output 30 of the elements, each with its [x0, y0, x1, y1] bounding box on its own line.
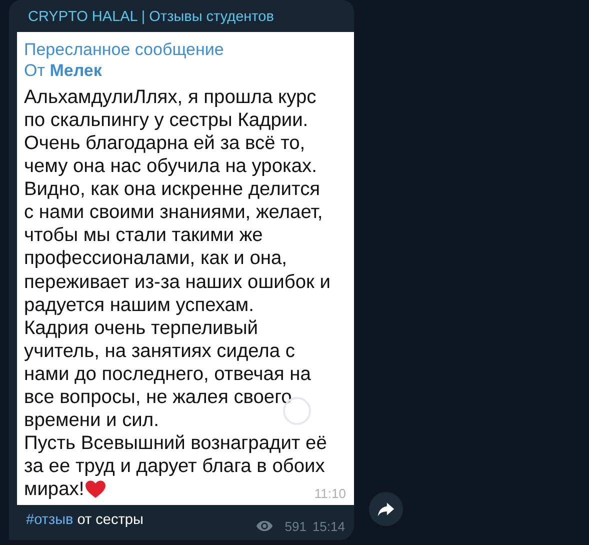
message-line: мирах! [24, 478, 84, 502]
message-line: профессионалами, как и она, [24, 247, 288, 270]
forwarded-label: Пересланное сообщение [24, 39, 225, 60]
message-line: переживает из-за наших ошибок и [24, 270, 330, 294]
message-time: 11:10 [314, 486, 346, 502]
eye-icon [256, 520, 273, 532]
message-line: АльхамдулиЛлях, я прошла курс [24, 86, 316, 110]
message-line: времени и сил. [24, 408, 159, 432]
heart-icon [85, 480, 106, 500]
message-line: чтобы мы стали такими же [24, 224, 263, 248]
message-line: Пусть Всевышний вознаградит её [24, 432, 327, 455]
message-line: за ее труд и дарует блага в обоих [24, 455, 325, 478]
forward-button[interactable] [369, 492, 403, 526]
message-line: с нами своими знаниями, желает, [24, 201, 323, 224]
message-line: радуется нашим успехам. [24, 294, 254, 317]
share-arrow-icon [377, 500, 395, 518]
message-line: Очень благодарна ей за всё то, [24, 132, 306, 156]
hashtag-link[interactable]: #отзыв [26, 512, 74, 528]
channel-title[interactable]: CRYPTO HALAL | Отзывы студентов [9, 0, 354, 32]
message-line: Кадрия очень терпеливый [24, 316, 258, 340]
message-line: все вопросы, не жалея своего [24, 386, 292, 409]
caption-text: #отзыв от сестры [26, 512, 144, 528]
message-line: по скальпингу у сестры Кадрии. [24, 109, 308, 132]
message-line: чему она нас обучила на уроках. [24, 155, 317, 178]
message-line: нами до последнего, отвечая на [24, 362, 311, 386]
message-line: Видно, как она искренне делится [24, 178, 320, 202]
forwarded-from: От Мелек [24, 60, 103, 81]
message-time: 15:14 [312, 518, 345, 534]
view-count: 591 [284, 518, 306, 534]
message-line: учитель, на занятиях сидела с [24, 340, 295, 363]
